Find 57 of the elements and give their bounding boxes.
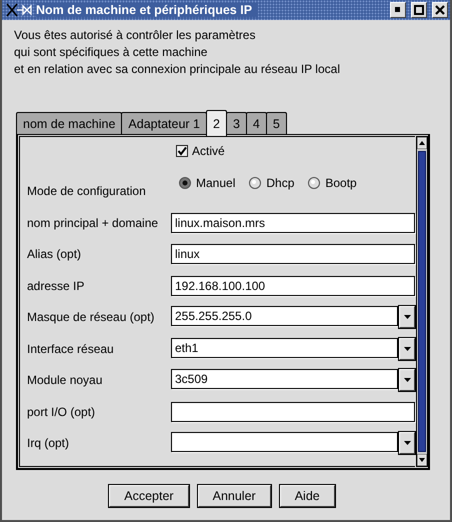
caret-icon	[404, 315, 410, 320]
tab[interactable]: 2	[206, 110, 227, 136]
field-label: Interface réseau	[27, 342, 115, 356]
dropdown-button[interactable]	[399, 432, 415, 454]
radio-button[interactable]	[249, 177, 262, 189]
caret-icon	[404, 378, 410, 382]
dialog-button[interactable]: Annuler	[198, 485, 271, 507]
tab[interactable]: 4	[246, 112, 267, 134]
maximize-button[interactable]	[411, 2, 427, 18]
scroll-thumb[interactable]	[418, 151, 426, 452]
radio-button[interactable]	[179, 177, 191, 189]
dropdown-button[interactable]	[399, 306, 415, 328]
field-label: Irq (opt)	[27, 436, 70, 450]
input-field[interactable]: linux.maison.mrs	[171, 212, 415, 233]
maximize-icon	[414, 5, 424, 15]
scroll-down-icon[interactable]	[417, 454, 427, 466]
close-button[interactable]	[432, 2, 448, 18]
checkbox-label: Activé	[192, 144, 225, 158]
intro-text: et en relation avec sa connexion principale au réseau IP local	[14, 62, 341, 76]
radio-label: Manuel	[196, 176, 236, 190]
field-label: adresse IP	[27, 278, 86, 293]
dropdown-button[interactable]	[399, 369, 415, 392]
radio-label: Dhcp	[266, 176, 294, 190]
input-field[interactable]: 192.168.100.100	[171, 276, 415, 296]
caret-icon	[404, 346, 410, 351]
caret-icon	[404, 441, 410, 446]
scrollbar[interactable]	[416, 136, 428, 467]
scroll-up-icon[interactable]	[417, 137, 427, 149]
minimize-icon	[395, 7, 401, 13]
field-label: Mode de configuration	[27, 183, 147, 198]
tab[interactable]: 3	[226, 112, 247, 134]
field-label: port I/O (opt)	[27, 404, 96, 419]
field-label: Module noyau	[27, 373, 104, 388]
dialog-button[interactable]: Aide	[280, 485, 335, 507]
checkbox[interactable]	[176, 145, 188, 157]
intro-text: qui sont spécifiques à cette machine	[14, 45, 208, 59]
radio-button[interactable]	[308, 177, 320, 189]
window-menu-icon[interactable]	[6, 3, 32, 17]
combo-field[interactable]	[171, 432, 398, 452]
input-field[interactable]	[171, 402, 415, 422]
combo-field[interactable]: 3c509	[171, 369, 398, 390]
tab[interactable]: nom de machine	[16, 112, 122, 134]
dropdown-button[interactable]	[399, 338, 415, 360]
intro-text: Vous êtes autorisé à contrôler les paramètres	[14, 28, 256, 42]
dialog-button[interactable]: Accepter	[109, 485, 189, 507]
tab[interactable]: 5	[266, 112, 287, 134]
field-label: nom principal + domaine	[27, 216, 160, 230]
minimize-button[interactable]	[390, 2, 406, 18]
tab[interactable]: Adaptateur 1	[121, 112, 208, 134]
combo-field[interactable]: eth1	[171, 338, 398, 358]
field-label: Alias (opt)	[27, 247, 82, 262]
radio-label: Bootp	[325, 176, 357, 190]
window-title: Nom de machine et périphériques IP	[36, 3, 258, 17]
close-icon	[435, 5, 445, 15]
combo-field[interactable]: 255.255.255.0	[171, 306, 398, 326]
input-field[interactable]: linux	[171, 244, 415, 264]
field-label: Masque de réseau (opt)	[27, 310, 156, 324]
